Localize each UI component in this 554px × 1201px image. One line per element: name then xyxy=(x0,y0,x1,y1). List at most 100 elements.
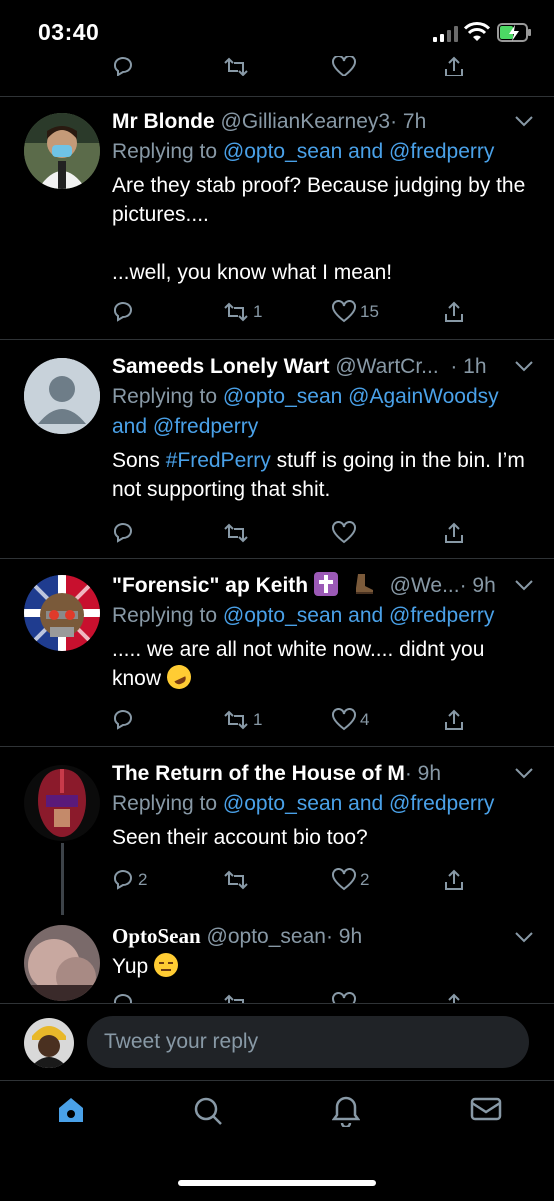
tweet-mr-blonde[interactable]: Mr Blonde @GillianKearney3· 7h Replying … xyxy=(0,97,554,339)
display-name[interactable]: The Return of the House of M xyxy=(112,762,405,785)
tweet-text: Yup xyxy=(112,952,532,981)
like-count: 15 xyxy=(360,302,379,321)
avatar[interactable] xyxy=(24,358,100,434)
tweet-text-part: Yup xyxy=(112,955,149,978)
notifications-icon xyxy=(331,1096,361,1129)
hashtag-link[interactable]: #FredPerry xyxy=(166,449,271,472)
handle: @We... xyxy=(389,574,460,597)
retweet-button[interactable]: 1 xyxy=(222,707,262,733)
reply-button[interactable]: 2 xyxy=(111,867,147,893)
display-name[interactable]: "Forensic" ap Keith xyxy=(112,574,308,597)
tweet-text: Seen their account bio too? xyxy=(112,826,368,849)
tweet-forensic-ap-keith[interactable]: "Forensic" ap Keith @We...· 9h Replying … xyxy=(0,559,554,746)
display-name[interactable]: Mr Blonde xyxy=(112,110,215,133)
reply-icon xyxy=(114,523,132,543)
replying-to-label: Replying to xyxy=(112,792,223,815)
like-button[interactable] xyxy=(331,520,357,546)
timestamp: · 1h xyxy=(450,355,487,378)
share-icon[interactable] xyxy=(442,56,466,76)
handle: @GillianKearney3 xyxy=(220,110,391,133)
retweet-count: 1 xyxy=(253,710,263,729)
timestamp: · 9h xyxy=(404,762,442,785)
tweet-sameeds-lonely-wart[interactable]: Sameeds Lonely Wart @WartCr... · 1h Repl… xyxy=(0,340,554,558)
timestamp: · 9h xyxy=(459,574,496,597)
tweet-actions: 1 4 xyxy=(0,707,554,737)
expressionless-emoji-icon xyxy=(154,953,179,977)
user-avatar[interactable] xyxy=(24,1018,74,1068)
replying-to: Replying to @opto_sean and @fredperry xyxy=(112,789,532,819)
reply-button[interactable] xyxy=(111,299,135,325)
previous-tweet-actions xyxy=(0,56,554,76)
battery-charging-icon xyxy=(497,23,531,42)
share-button[interactable] xyxy=(442,991,466,1003)
tweet-header: Mr Blonde @GillianKearney3· 7h xyxy=(112,107,532,137)
search-icon xyxy=(194,1097,222,1125)
mention-link[interactable]: @opto_sean and @fredperry xyxy=(223,140,494,163)
chevron-down-icon[interactable] xyxy=(514,767,534,779)
chevron-down-icon[interactable] xyxy=(514,115,534,127)
share-button[interactable] xyxy=(442,520,466,546)
tweet-actions: 1 15 xyxy=(0,299,554,329)
tweet-return-of-house-of-m[interactable]: The Return of the House of M· 9h Replyin… xyxy=(0,747,554,915)
tweet-text-line: Are they stab proof? Because judging by … xyxy=(112,174,526,226)
mention-link[interactable]: @opto_sean and @fredperry xyxy=(223,792,494,815)
reply-input[interactable]: Tweet your reply xyxy=(87,1016,529,1068)
display-name[interactable]: OptoSean xyxy=(112,924,201,948)
display-name[interactable]: Sameeds Lonely Wart xyxy=(112,355,329,378)
reply-icon[interactable] xyxy=(111,56,135,76)
retweet-button[interactable] xyxy=(222,991,250,1003)
timestamp: · 7h xyxy=(390,110,427,133)
avatar[interactable] xyxy=(24,765,100,841)
tweet-text: ..... we are all not white now.... didnt… xyxy=(112,635,532,693)
tweet-header: OptoSean @opto_sean· 9h xyxy=(112,921,532,952)
tab-notifications[interactable] xyxy=(331,1095,361,1132)
retweet-icon[interactable] xyxy=(222,56,250,76)
tweet-actions xyxy=(0,520,554,550)
home-icon xyxy=(59,1098,83,1122)
like-button[interactable]: 4 xyxy=(331,707,369,733)
reply-icon xyxy=(114,870,132,890)
mention-link[interactable]: and @fredperry xyxy=(112,415,258,438)
mention-link[interactable]: @opto_sean and @fredperry xyxy=(223,604,494,627)
retweet-button[interactable] xyxy=(222,867,250,893)
reply-button[interactable] xyxy=(111,707,135,733)
replying-to-label: Replying to xyxy=(112,385,223,408)
retweet-button[interactable]: 1 xyxy=(222,299,262,325)
tweet-header: The Return of the House of M· 9h xyxy=(112,759,532,789)
avatar[interactable] xyxy=(24,925,100,1001)
share-button[interactable] xyxy=(442,299,466,325)
tab-search[interactable] xyxy=(192,1095,224,1132)
reply-icon xyxy=(114,994,132,1003)
avatar[interactable] xyxy=(24,113,100,189)
reply-button[interactable] xyxy=(111,520,135,546)
like-button[interactable]: 15 xyxy=(331,299,379,325)
tab-messages[interactable] xyxy=(470,1095,502,1128)
tweet-header: Sameeds Lonely Wart @WartCr... · 1h xyxy=(112,352,532,382)
like-button[interactable] xyxy=(331,991,357,1003)
retweet-button[interactable] xyxy=(222,520,250,546)
retweet-icon xyxy=(224,994,244,1003)
like-count: 4 xyxy=(360,710,370,729)
reply-button[interactable] xyxy=(111,991,135,1003)
tweet-actions: 2 2 xyxy=(0,867,554,897)
like-icon xyxy=(332,992,356,1003)
replying-to-label: Replying to xyxy=(112,604,223,627)
avatar[interactable] xyxy=(24,575,100,651)
like-icon[interactable] xyxy=(331,56,357,76)
chevron-down-icon[interactable] xyxy=(514,579,534,591)
chevron-down-icon[interactable] xyxy=(514,931,534,943)
share-button[interactable] xyxy=(442,707,466,733)
cross-emoji-icon xyxy=(313,572,338,596)
chevron-down-icon[interactable] xyxy=(514,360,534,372)
replying-to: Replying to @opto_sean @AgainWoodsy and … xyxy=(112,382,532,442)
cellular-signal-icon xyxy=(433,26,458,42)
like-icon xyxy=(332,868,356,891)
tweet-text-part: Sons xyxy=(112,449,166,472)
like-button[interactable]: 2 xyxy=(331,867,369,893)
tab-home[interactable] xyxy=(56,1095,86,1130)
mention-link[interactable]: @opto_sean @AgainWoodsy xyxy=(223,385,499,408)
share-button[interactable] xyxy=(442,867,466,893)
tweet-header: "Forensic" ap Keith @We...· 9h xyxy=(112,571,532,601)
tweet-optosean[interactable]: OptoSean @opto_sean· 9h Yup xyxy=(0,915,554,1003)
like-icon xyxy=(332,300,356,323)
